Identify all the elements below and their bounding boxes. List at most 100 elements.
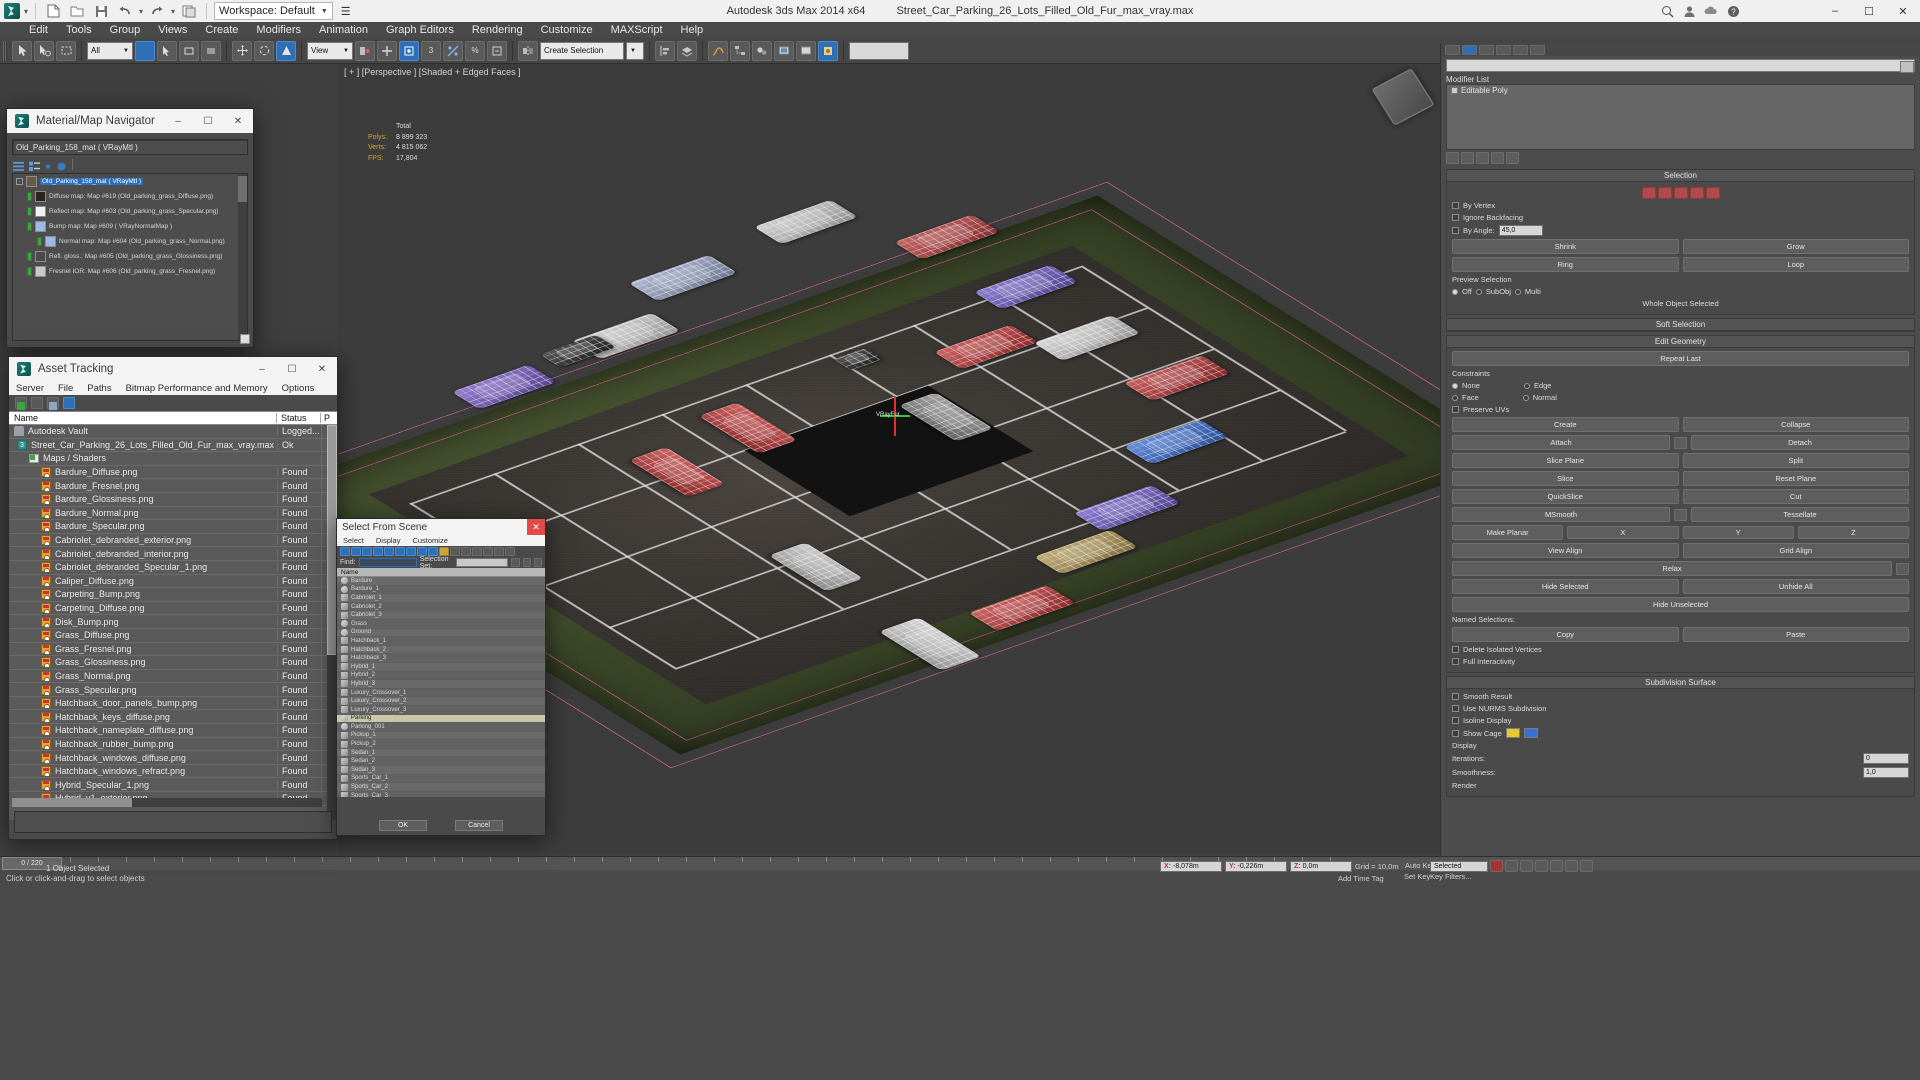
map-enabled-icon[interactable] bbox=[27, 222, 32, 231]
autodesk-360-icon[interactable] bbox=[1704, 4, 1718, 18]
delete-isolated-row[interactable]: Delete Isolated Vertices bbox=[1452, 645, 1909, 654]
sphere-preview-icon[interactable] bbox=[56, 159, 67, 171]
matnav-scrollbar-thumb[interactable] bbox=[238, 176, 247, 202]
select-object-button[interactable] bbox=[12, 40, 32, 61]
table-row[interactable]: Autodesk Vault Logged... bbox=[9, 425, 337, 439]
use-pivot-center-button[interactable] bbox=[355, 40, 375, 61]
display-cameras-icon[interactable] bbox=[384, 547, 394, 556]
sfs-menu-select[interactable]: Select bbox=[337, 536, 370, 545]
selection-filter-dropdown[interactable]: All ▼ bbox=[87, 41, 133, 60]
curve-editor-button[interactable] bbox=[708, 40, 728, 61]
asset-tracking-minimize-button[interactable]: – bbox=[247, 357, 277, 381]
list-item[interactable]: Cabriolet_1 bbox=[337, 594, 545, 603]
ignore-backfacing-checkbox[interactable] bbox=[1452, 214, 1459, 221]
table-row[interactable]: Grass_Specular.png Found bbox=[9, 682, 337, 697]
key-mode-dropdown[interactable]: Selected bbox=[1430, 861, 1488, 872]
by-angle-spinner[interactable]: 45,0 bbox=[1498, 225, 1543, 236]
by-vertex-row[interactable]: By Vertex bbox=[1452, 201, 1909, 210]
select-from-scene-close-button[interactable]: ✕ bbox=[527, 519, 545, 535]
pin-stack-icon[interactable] bbox=[1446, 152, 1459, 164]
map-enabled-icon[interactable] bbox=[27, 207, 32, 216]
delete-isolated-checkbox[interactable] bbox=[1452, 646, 1459, 653]
layer-manager-button[interactable] bbox=[677, 40, 697, 61]
edge-subobject-button[interactable] bbox=[1657, 187, 1672, 199]
undo-chevron-icon[interactable]: ▾ bbox=[139, 7, 143, 16]
schematic-view-button[interactable] bbox=[730, 40, 750, 61]
window-crossing-toggle[interactable] bbox=[201, 40, 221, 61]
isoline-display-row[interactable]: Isoline Display bbox=[1452, 716, 1909, 725]
time-slider-bar[interactable]: 0 / 220 bbox=[0, 856, 1920, 870]
list-item[interactable]: Parking bbox=[337, 714, 545, 724]
preserve-uvs-checkbox[interactable] bbox=[1452, 406, 1459, 413]
tab-motion[interactable] bbox=[1496, 45, 1511, 55]
collapse-button[interactable]: Collapse bbox=[1682, 417, 1909, 432]
subdivision-surface-header[interactable]: Subdivision Surface bbox=[1447, 677, 1914, 689]
matnav-minimize-button[interactable]: – bbox=[163, 109, 193, 133]
relax-button[interactable]: Relax bbox=[1452, 561, 1892, 576]
material-tree-node[interactable]: Bump map: Map #609 ( VRayNormalMap ) bbox=[13, 219, 247, 234]
table-row[interactable]: Maps / Shaders bbox=[9, 451, 337, 466]
refresh-assets-icon[interactable] bbox=[15, 397, 27, 410]
list-item[interactable]: Pickup_2 bbox=[337, 740, 545, 749]
app-logo-icon[interactable] bbox=[4, 3, 20, 19]
expand-collapse-icon[interactable]: - bbox=[16, 178, 23, 185]
table-row[interactable]: Carpeting_Bump.png Found bbox=[9, 587, 337, 602]
sort-by-type-icon[interactable] bbox=[483, 547, 493, 556]
workspace-menu-icon[interactable]: ☰ bbox=[337, 5, 355, 18]
table-row[interactable]: Hatchback_windows_refract.png Found bbox=[9, 764, 337, 779]
object-color-swatch[interactable] bbox=[1900, 61, 1914, 73]
table-row[interactable]: Grass_Diffuse.png Found bbox=[9, 628, 337, 643]
relax-settings-icon[interactable] bbox=[1896, 562, 1909, 575]
table-row[interactable]: Cabriolet_debranded_Specular_1.png Found bbox=[9, 560, 337, 575]
table-row[interactable]: Bardure_Specular.png Found bbox=[9, 519, 337, 534]
mirror-button[interactable] bbox=[518, 40, 538, 61]
view-align-button[interactable]: View Align bbox=[1452, 543, 1679, 558]
grid-align-button[interactable]: Grid Align bbox=[1682, 543, 1909, 558]
material-preview-swatch[interactable] bbox=[35, 266, 46, 277]
list-item[interactable]: Hatchback_2 bbox=[337, 646, 545, 655]
asset-menu-bitmap-performance-and-memory[interactable]: Bitmap Performance and Memory bbox=[119, 383, 275, 394]
menu-item-maxscript[interactable]: MAXScript bbox=[602, 22, 672, 38]
select-and-move-button[interactable] bbox=[232, 40, 252, 61]
menu-item-group[interactable]: Group bbox=[101, 22, 150, 38]
asset-menu-paths[interactable]: Paths bbox=[80, 383, 118, 394]
list-item[interactable]: Ground bbox=[337, 628, 545, 638]
next-frame-button[interactable] bbox=[1550, 860, 1563, 872]
table-row[interactable]: Grass_Fresnel.png Found bbox=[9, 642, 337, 657]
ring-button[interactable]: Ring bbox=[1452, 257, 1679, 272]
list-item[interactable]: Sedan_1 bbox=[337, 749, 545, 758]
modifier-stack[interactable]: Editable Poly bbox=[1446, 84, 1915, 150]
display-lights-icon[interactable] bbox=[373, 547, 383, 556]
list-item[interactable]: Sports_Car_1 bbox=[337, 774, 545, 784]
list-view-icon[interactable] bbox=[13, 159, 24, 171]
shrink-button[interactable]: Shrink bbox=[1452, 239, 1679, 254]
edit-named-selection-button[interactable] bbox=[487, 40, 507, 61]
display-all-icon[interactable] bbox=[340, 547, 350, 556]
bitmap-view-icon[interactable] bbox=[63, 397, 75, 409]
play-animation-button[interactable] bbox=[1535, 860, 1548, 872]
ignore-backfacing-row[interactable]: Ignore Backfacing bbox=[1452, 213, 1909, 222]
infocenter-search-icon[interactable] bbox=[1660, 4, 1674, 18]
select-object-tool[interactable] bbox=[135, 40, 155, 61]
list-item[interactable]: Cabriolet_2 bbox=[337, 602, 545, 612]
list-item[interactable]: Parking_001 bbox=[337, 723, 545, 732]
tab-modify[interactable] bbox=[1462, 45, 1477, 55]
render-preset-field[interactable] bbox=[849, 41, 909, 60]
list-item[interactable]: Luxury_Crossover_3 bbox=[337, 705, 545, 715]
slice-button[interactable]: Slice bbox=[1452, 471, 1679, 486]
spinner-snap-button[interactable]: % bbox=[465, 40, 485, 61]
hide-selected-button[interactable]: Hide Selected bbox=[1452, 579, 1679, 594]
list-item[interactable]: Pickup_1 bbox=[337, 731, 545, 741]
preview-subobj-radio[interactable] bbox=[1475, 288, 1482, 295]
maximize-button[interactable]: ☐ bbox=[1852, 0, 1886, 22]
material-tree-node[interactable]: Fresnel IOR: Map #606 (Old_parking_grass… bbox=[13, 264, 247, 279]
list-item[interactable]: Luxury_Crossover_1 bbox=[337, 688, 545, 698]
modifier-stack-item[interactable]: Editable Poly bbox=[1447, 85, 1914, 96]
tab-display[interactable] bbox=[1513, 45, 1528, 55]
list-item[interactable]: Sports_Car_2 bbox=[337, 783, 545, 792]
menu-item-create[interactable]: Create bbox=[196, 22, 247, 38]
close-button[interactable]: ✕ bbox=[1886, 0, 1920, 22]
reference-coordinate-system[interactable]: View ▼ bbox=[307, 41, 353, 60]
msmooth-button[interactable]: MSmooth bbox=[1452, 507, 1670, 522]
unhide-all-button[interactable]: Unhide All bbox=[1682, 579, 1909, 594]
